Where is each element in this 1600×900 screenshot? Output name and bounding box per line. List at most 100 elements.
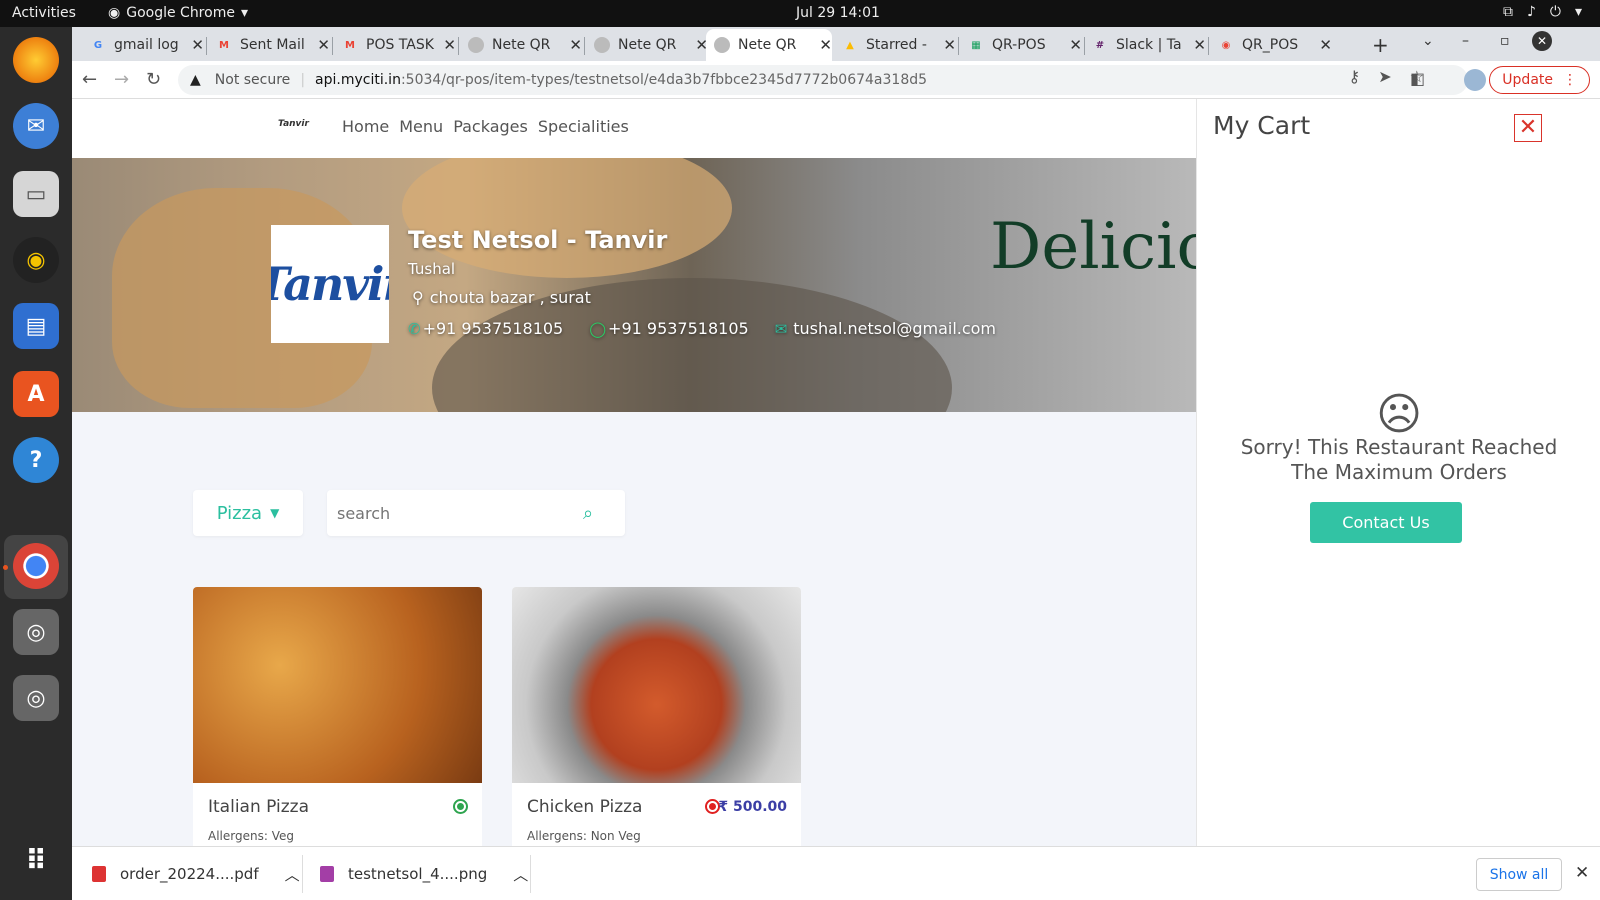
- contact-us-button[interactable]: Contact Us: [1310, 502, 1462, 543]
- clock[interactable]: Jul 29 14:01: [796, 5, 880, 21]
- nav-menu[interactable]: Menu: [399, 117, 443, 136]
- maximize-button[interactable]: ▫: [1500, 33, 1510, 49]
- app-menu[interactable]: ◉ Google Chrome ▾: [108, 5, 248, 21]
- activities-button[interactable]: Activities: [12, 5, 76, 21]
- profile-avatar[interactable]: [1464, 69, 1486, 91]
- category-dropdown[interactable]: Pizza ▼: [193, 490, 303, 536]
- tab-title: Sent Mail: [240, 37, 305, 53]
- running-indicator: [3, 565, 8, 570]
- system-tray[interactable]: ⧉ ♪ ⏻ ▾: [1503, 4, 1582, 20]
- veg-indicator-icon: [453, 799, 468, 814]
- side-panel-icon[interactable]: ◧: [1410, 69, 1425, 88]
- tab-9[interactable]: # Slack | Ta ✕: [1084, 29, 1206, 61]
- tab-separator: [584, 37, 585, 55]
- sad-face-icon: ☹: [1376, 389, 1422, 440]
- tab-4[interactable]: Nete QR ✕: [460, 29, 582, 61]
- rhythmbox-icon[interactable]: ◉: [13, 237, 59, 283]
- tab-search-icon[interactable]: ⌄: [1422, 33, 1434, 49]
- help-icon[interactable]: ?: [13, 437, 59, 483]
- tab-close-icon[interactable]: ✕: [1069, 36, 1082, 54]
- back-button[interactable]: ←: [82, 69, 97, 90]
- close-icon[interactable]: ✕: [1514, 114, 1542, 142]
- nav-packages[interactable]: Packages: [453, 117, 528, 136]
- email-icon: ✉: [774, 319, 788, 338]
- tab-close-icon[interactable]: ✕: [819, 36, 832, 54]
- pdf-file-icon: [92, 866, 106, 882]
- app-grid-icon[interactable]: ⠿: [13, 837, 59, 883]
- tab-close-icon[interactable]: ✕: [943, 36, 956, 54]
- tab-close-icon[interactable]: ✕: [569, 36, 582, 54]
- forward-button[interactable]: →: [114, 69, 129, 90]
- item-allergens: Allergens: Non Veg: [527, 829, 641, 843]
- phone-link[interactable]: +91 9537518105: [423, 319, 564, 338]
- tab-8[interactable]: ▦ QR-POS ✕: [960, 29, 1082, 61]
- show-all-button[interactable]: Show all: [1476, 858, 1562, 891]
- tab-10[interactable]: ◉ QR_POS ✕: [1210, 29, 1332, 61]
- tab-favicon-icon: ▲: [846, 39, 854, 51]
- cart-message-line1: Sorry! This Restaurant Reached: [1240, 435, 1558, 459]
- files-icon[interactable]: ▭: [13, 171, 59, 217]
- tab-close-icon[interactable]: ✕: [1319, 36, 1332, 54]
- power-icon: ⏻: [1549, 4, 1561, 20]
- close-downloads-icon[interactable]: ✕: [1575, 863, 1589, 883]
- tab-title: QR-POS: [992, 37, 1046, 53]
- disk-icon-2[interactable]: ◎: [13, 675, 59, 721]
- tab-5[interactable]: Nete QR ✕: [586, 29, 708, 61]
- tab-favicon-icon: G: [93, 39, 103, 51]
- menu-item-card[interactable]: Chicken Pizza ₹ 500.00 Allergens: Non Ve…: [512, 587, 801, 846]
- tab-close-icon[interactable]: ✕: [191, 36, 204, 54]
- tab-title: Slack | Ta: [1116, 37, 1182, 53]
- tab-separator: [458, 37, 459, 55]
- firefox-icon[interactable]: [13, 37, 59, 83]
- tab-close-icon[interactable]: ✕: [443, 36, 456, 54]
- thunderbird-icon[interactable]: ✉: [13, 103, 59, 149]
- software-center-icon[interactable]: A: [13, 371, 59, 417]
- item-name: Chicken Pizza: [527, 797, 643, 817]
- menu-item-card[interactable]: Italian Pizza Allergens: Veg: [193, 587, 482, 846]
- restaurant-address: ⚲ chouta bazar , surat: [412, 288, 591, 307]
- disk-icon[interactable]: ◎: [13, 609, 59, 655]
- url-path: :5034/qr-pos/item-types/testnetsol/e4da3…: [400, 72, 928, 88]
- download-item[interactable]: order_20224....pdf ︿: [92, 847, 300, 900]
- tab-7[interactable]: ▲ Starred - ✕: [834, 29, 956, 61]
- writer-icon[interactable]: ▤: [13, 303, 59, 349]
- reload-button[interactable]: ↻: [146, 69, 161, 90]
- whatsapp-link[interactable]: +91 9537518105: [608, 319, 749, 338]
- browser-toolbar: ← → ↻ ▲ Not secure | api.myciti.in:5034/…: [72, 61, 1600, 99]
- minimize-button[interactable]: –: [1462, 33, 1469, 49]
- search-icon[interactable]: ⌕: [583, 503, 593, 524]
- divider: [530, 855, 531, 893]
- tab-1[interactable]: Ggmail log ✕: [82, 29, 204, 61]
- chrome-icon[interactable]: [13, 543, 59, 589]
- chevron-up-icon[interactable]: ︿: [285, 864, 300, 885]
- volume-icon: ♪: [1526, 4, 1536, 20]
- url-text[interactable]: api.myciti.in:5034/qr-pos/item-types/tes…: [315, 72, 927, 88]
- tab-separator: [206, 37, 207, 55]
- cart-message-line2: The Maximum Orders: [1291, 460, 1507, 484]
- location-pin-icon: ⚲: [412, 288, 424, 307]
- new-tab-button[interactable]: +: [1372, 33, 1389, 57]
- chevron-up-icon[interactable]: ︿: [513, 864, 528, 885]
- tab-close-icon[interactable]: ✕: [1193, 36, 1206, 54]
- tab-close-icon[interactable]: ✕: [317, 36, 330, 54]
- warning-icon[interactable]: ▲: [190, 72, 201, 88]
- site-logo[interactable]: Tanvir: [278, 119, 309, 129]
- hero-banner: Delicious Tanvir Test Netsol - Tanvir Tu…: [72, 158, 1197, 412]
- key-icon[interactable]: ⚷: [1349, 67, 1361, 86]
- security-label[interactable]: Not secure: [215, 72, 291, 88]
- tab-3[interactable]: M POS TASK ✕: [334, 29, 456, 61]
- tab-2[interactable]: M Sent Mail ✕: [208, 29, 330, 61]
- send-icon[interactable]: ➤: [1378, 67, 1391, 86]
- update-button[interactable]: Update ⋮: [1489, 66, 1590, 94]
- download-item[interactable]: testnetsol_4....png ︿: [320, 847, 528, 900]
- chevron-down-icon: ▾: [1574, 4, 1582, 20]
- close-window-button[interactable]: ✕: [1532, 31, 1552, 51]
- address-bar[interactable]: ▲ Not secure | api.myciti.in:5034/qr-pos…: [178, 65, 1468, 95]
- email-link[interactable]: tushal.netsol@gmail.com: [793, 319, 996, 338]
- search-input[interactable]: [337, 503, 577, 523]
- download-filename: order_20224....pdf: [120, 865, 259, 883]
- nav-specialities[interactable]: Specialities: [538, 117, 629, 136]
- item-image: [512, 587, 801, 783]
- nav-home[interactable]: Home: [342, 117, 389, 136]
- tab-6[interactable]: Nete QR ✕: [706, 29, 832, 61]
